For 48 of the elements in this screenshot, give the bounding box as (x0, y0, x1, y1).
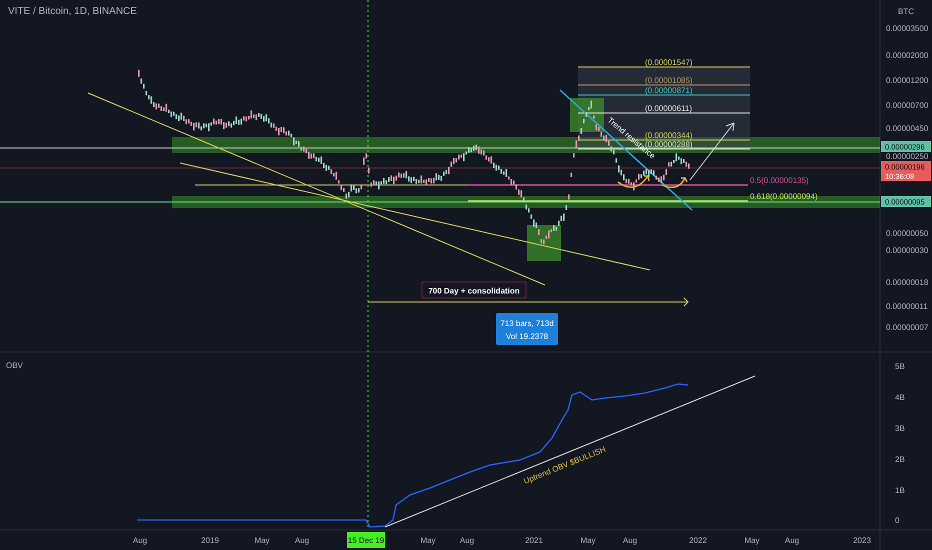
price-axis-label: 0.00000450 (886, 124, 928, 133)
time-axis-label: May (744, 536, 760, 545)
chart-title: VITE / Bitcoin, 1D, BINANCE (8, 6, 137, 17)
time-axis-label: May (420, 536, 436, 545)
price-axis-label: 0.00000050 (886, 229, 928, 238)
time-axis-label: 2023 (853, 536, 871, 545)
fibonacci-label: (0.00001085) (645, 76, 693, 85)
measure-volume-text: Vol 19.2378 (506, 332, 548, 341)
time-axis-label: 2022 (689, 536, 707, 545)
fibonacci-label: (0.00001547) (645, 58, 693, 67)
price-axis-label: 0.00000007 (886, 323, 928, 332)
obv-axis-label: 5B (895, 362, 905, 371)
price-axis-label: 0.00000250 (886, 152, 928, 161)
price-axis-label: 0.00000030 (886, 246, 928, 255)
price-axis-label: 0.00000700 (886, 101, 928, 110)
time-axis-label: 2019 (201, 536, 219, 545)
price-axis-label: 0.00000018 (886, 278, 928, 287)
measure-box (496, 313, 558, 345)
time-axis-label: 15 Dec 19 (348, 536, 384, 545)
price-axis-label: 0.00003500 (886, 24, 928, 33)
obv-title: OBV (6, 361, 23, 370)
retracement-label: 0.618(0.00000094) (750, 192, 818, 201)
time-axis-label: Aug (460, 536, 474, 545)
time-axis-label: Aug (132, 536, 148, 545)
obv-axis-label: 2B (895, 455, 905, 464)
time-axis-label: Aug (622, 536, 638, 545)
obv-axis-label: 1B (895, 486, 905, 495)
obv-axis-label: 0 (895, 516, 900, 525)
fibonacci-label: (0.00000871) (645, 86, 693, 95)
curved-arrow-icon (661, 177, 688, 188)
price-axis-label: 0.00002000 (886, 51, 928, 60)
time-axis-label: 2021 (525, 536, 543, 545)
time-axis-label: May (254, 536, 270, 545)
curved-arrow-icon (617, 175, 650, 188)
consolidation-label: 700 Day + consolidation (428, 286, 520, 296)
retracement-label: 0.5(0.00000135) (750, 176, 809, 185)
price-axis-label: 0.00001200 (886, 76, 928, 85)
measure-bars-text: 713 bars, 713d (500, 319, 554, 328)
obv-axis-label: 3B (895, 424, 905, 433)
fibonacci-label: (0.00000611) (645, 104, 692, 113)
time-axis-label: Aug (784, 536, 800, 545)
price-axis-label: 0.00000011 (886, 302, 928, 311)
obv-axis-label: 4B (895, 393, 905, 402)
highlight-box (527, 225, 561, 261)
price-axis-unit: BTC (898, 7, 914, 16)
range-arrow-icon (368, 298, 689, 306)
time-axis-label: Aug (294, 536, 310, 545)
time-axis-label: May (580, 536, 596, 545)
